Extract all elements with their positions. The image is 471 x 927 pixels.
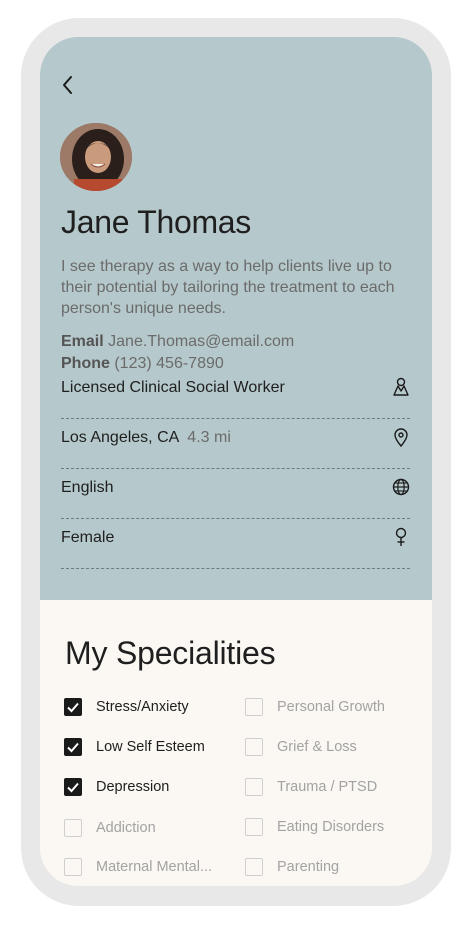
credential-icon xyxy=(393,377,409,396)
female-symbol-icon xyxy=(395,527,407,546)
location-text: Los Angeles, CA xyxy=(61,429,180,446)
checkmark-icon xyxy=(67,742,79,753)
detail-row-gender: Female xyxy=(61,518,410,569)
checkbox-unchecked[interactable] xyxy=(245,738,263,756)
therapist-bio: I see therapy as a way to help clients l… xyxy=(61,258,395,317)
speciality-label: Low Self Esteem xyxy=(96,739,205,755)
back-arrow-icon[interactable] xyxy=(58,71,78,99)
checkbox-checked[interactable] xyxy=(64,738,82,756)
checkmark-icon xyxy=(67,782,79,793)
checkbox-checked[interactable] xyxy=(64,778,82,796)
specialities-title: My Specialities xyxy=(65,635,276,671)
checkmark-icon xyxy=(67,702,79,713)
location-line: Los Angeles, CA 4.3 mi xyxy=(61,429,231,447)
speciality-label: Stress/Anxiety xyxy=(96,699,189,715)
credential-text: Licensed Clinical Social Worker xyxy=(61,379,285,396)
speciality-label: Depression xyxy=(96,779,170,795)
checkbox-checked[interactable] xyxy=(64,698,82,716)
detail-row-credential: Licensed Clinical Social Worker xyxy=(61,368,410,419)
location-pin-icon xyxy=(394,428,408,447)
gender-text: Female xyxy=(61,529,115,546)
speciality-label: Maternal Mental... xyxy=(96,859,213,875)
language-text: English xyxy=(61,479,114,496)
therapist-name: Jane Thomas xyxy=(61,204,251,240)
checkbox-unchecked[interactable] xyxy=(64,858,82,876)
app-screen: Jane Thomas I see therapy as a way to he… xyxy=(40,37,432,886)
avatar xyxy=(60,123,132,191)
distance-text: 4.3 mi xyxy=(187,429,231,446)
email-line: Email Jane.Thomas@email.com xyxy=(61,333,294,351)
speciality-label: Parenting xyxy=(277,859,340,875)
email-label: Email xyxy=(61,333,104,350)
checkbox-unchecked[interactable] xyxy=(245,818,263,836)
checkbox-unchecked[interactable] xyxy=(245,858,263,876)
detail-row-location: Los Angeles, CA 4.3 mi xyxy=(61,418,410,469)
detail-row-language: English xyxy=(61,468,410,519)
globe-icon xyxy=(392,478,410,496)
checkbox-unchecked[interactable] xyxy=(245,778,263,796)
speciality-label: Personal Growth xyxy=(277,699,385,715)
profile-photo xyxy=(60,123,132,191)
speciality-label: Grief & Loss xyxy=(277,739,357,755)
speciality-label: Trauma / PTSD xyxy=(277,779,378,795)
email-value[interactable]: Jane.Thomas@email.com xyxy=(108,333,294,350)
speciality-label: Addiction xyxy=(96,820,156,836)
speciality-label: Eating Disorders xyxy=(277,819,385,835)
checkbox-unchecked[interactable] xyxy=(64,819,82,837)
checkbox-unchecked[interactable] xyxy=(245,698,263,716)
